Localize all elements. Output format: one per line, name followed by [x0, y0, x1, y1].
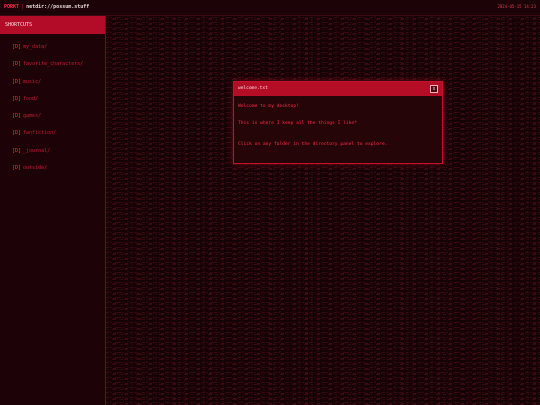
brand-separator: | — [21, 4, 25, 10]
address-path[interactable]: netdir://possum.stuff — [26, 4, 89, 10]
folder-item-music[interactable]: [D] music/ — [0, 74, 105, 91]
folder-item-my-data[interactable]: [D] my_data/ — [0, 39, 105, 56]
folder-label: my_data/ — [23, 44, 48, 50]
welcome-window[interactable]: welcome.txt x Welcome to my desktop! Thi… — [233, 81, 443, 164]
folder-icon: [D] — [12, 44, 22, 50]
welcome-heading: Welcome to my desktop! — [238, 104, 299, 109]
window-titlebar[interactable]: welcome.txt x — [234, 82, 442, 96]
folder-item-food[interactable]: [D] food/ — [0, 91, 105, 108]
brand-name[interactable]: PORKT — [4, 4, 19, 10]
close-icon[interactable]: x — [430, 85, 438, 93]
folder-icon: [D] — [12, 95, 22, 102]
folder-icon: [D] — [12, 130, 22, 137]
folder-icon: [D] — [12, 113, 22, 120]
folder-label: outside/ — [23, 165, 48, 172]
folder-icon: [D] — [12, 61, 22, 68]
clock: 2024-05-15 14:23 — [497, 4, 536, 9]
top-bar: PORKT | netdir://possum.stuff 2024-05-15 1… — [0, 0, 540, 16]
folder-list: [D] my_data/ [D] favorite_characters/ [D] m… — [0, 39, 105, 177]
folder-label: food/ — [23, 95, 39, 102]
brand-bar: PORKT | netdir://possum.stuff — [4, 3, 89, 11]
directory-panel: SHORTCUTS [D] my_data/ [D] favorite_charac… — [0, 16, 106, 405]
folder-item-outside[interactable]: [D] outside/ — [0, 160, 105, 177]
welcome-instructions: Click on any folder in the directory pan… — [238, 142, 388, 147]
folder-item-games[interactable]: [D] games/ — [0, 108, 105, 125]
folder-item-journal[interactable]: [D] _journal/ — [0, 143, 105, 160]
folder-item-fanfiction[interactable]: [D] fanfiction/ — [0, 125, 105, 142]
directory-panel-header: SHORTCUTS — [0, 16, 105, 34]
folder-label: favorite_characters/ — [23, 61, 84, 68]
folder-label: music/ — [23, 78, 42, 85]
folder-label: games/ — [23, 113, 42, 120]
folder-item-favorite-characters[interactable]: [D] favorite_characters/ — [0, 56, 105, 73]
desktop-app: PORKT | netdir://possum.stuff 2024-05-15 1… — [0, 0, 540, 405]
window-title: welcome.txt — [238, 86, 268, 91]
folder-icon: [D] — [12, 147, 22, 154]
folder-label: fanfiction/ — [23, 130, 57, 137]
desktop-workspace[interactable] — [106, 16, 540, 405]
folder-icon: [D] — [12, 78, 22, 85]
folder-label: _journal/ — [23, 147, 51, 154]
noise-background — [106, 16, 540, 405]
welcome-description: This is where I keep all the things I li… — [238, 121, 357, 126]
folder-icon: [D] — [12, 165, 22, 172]
